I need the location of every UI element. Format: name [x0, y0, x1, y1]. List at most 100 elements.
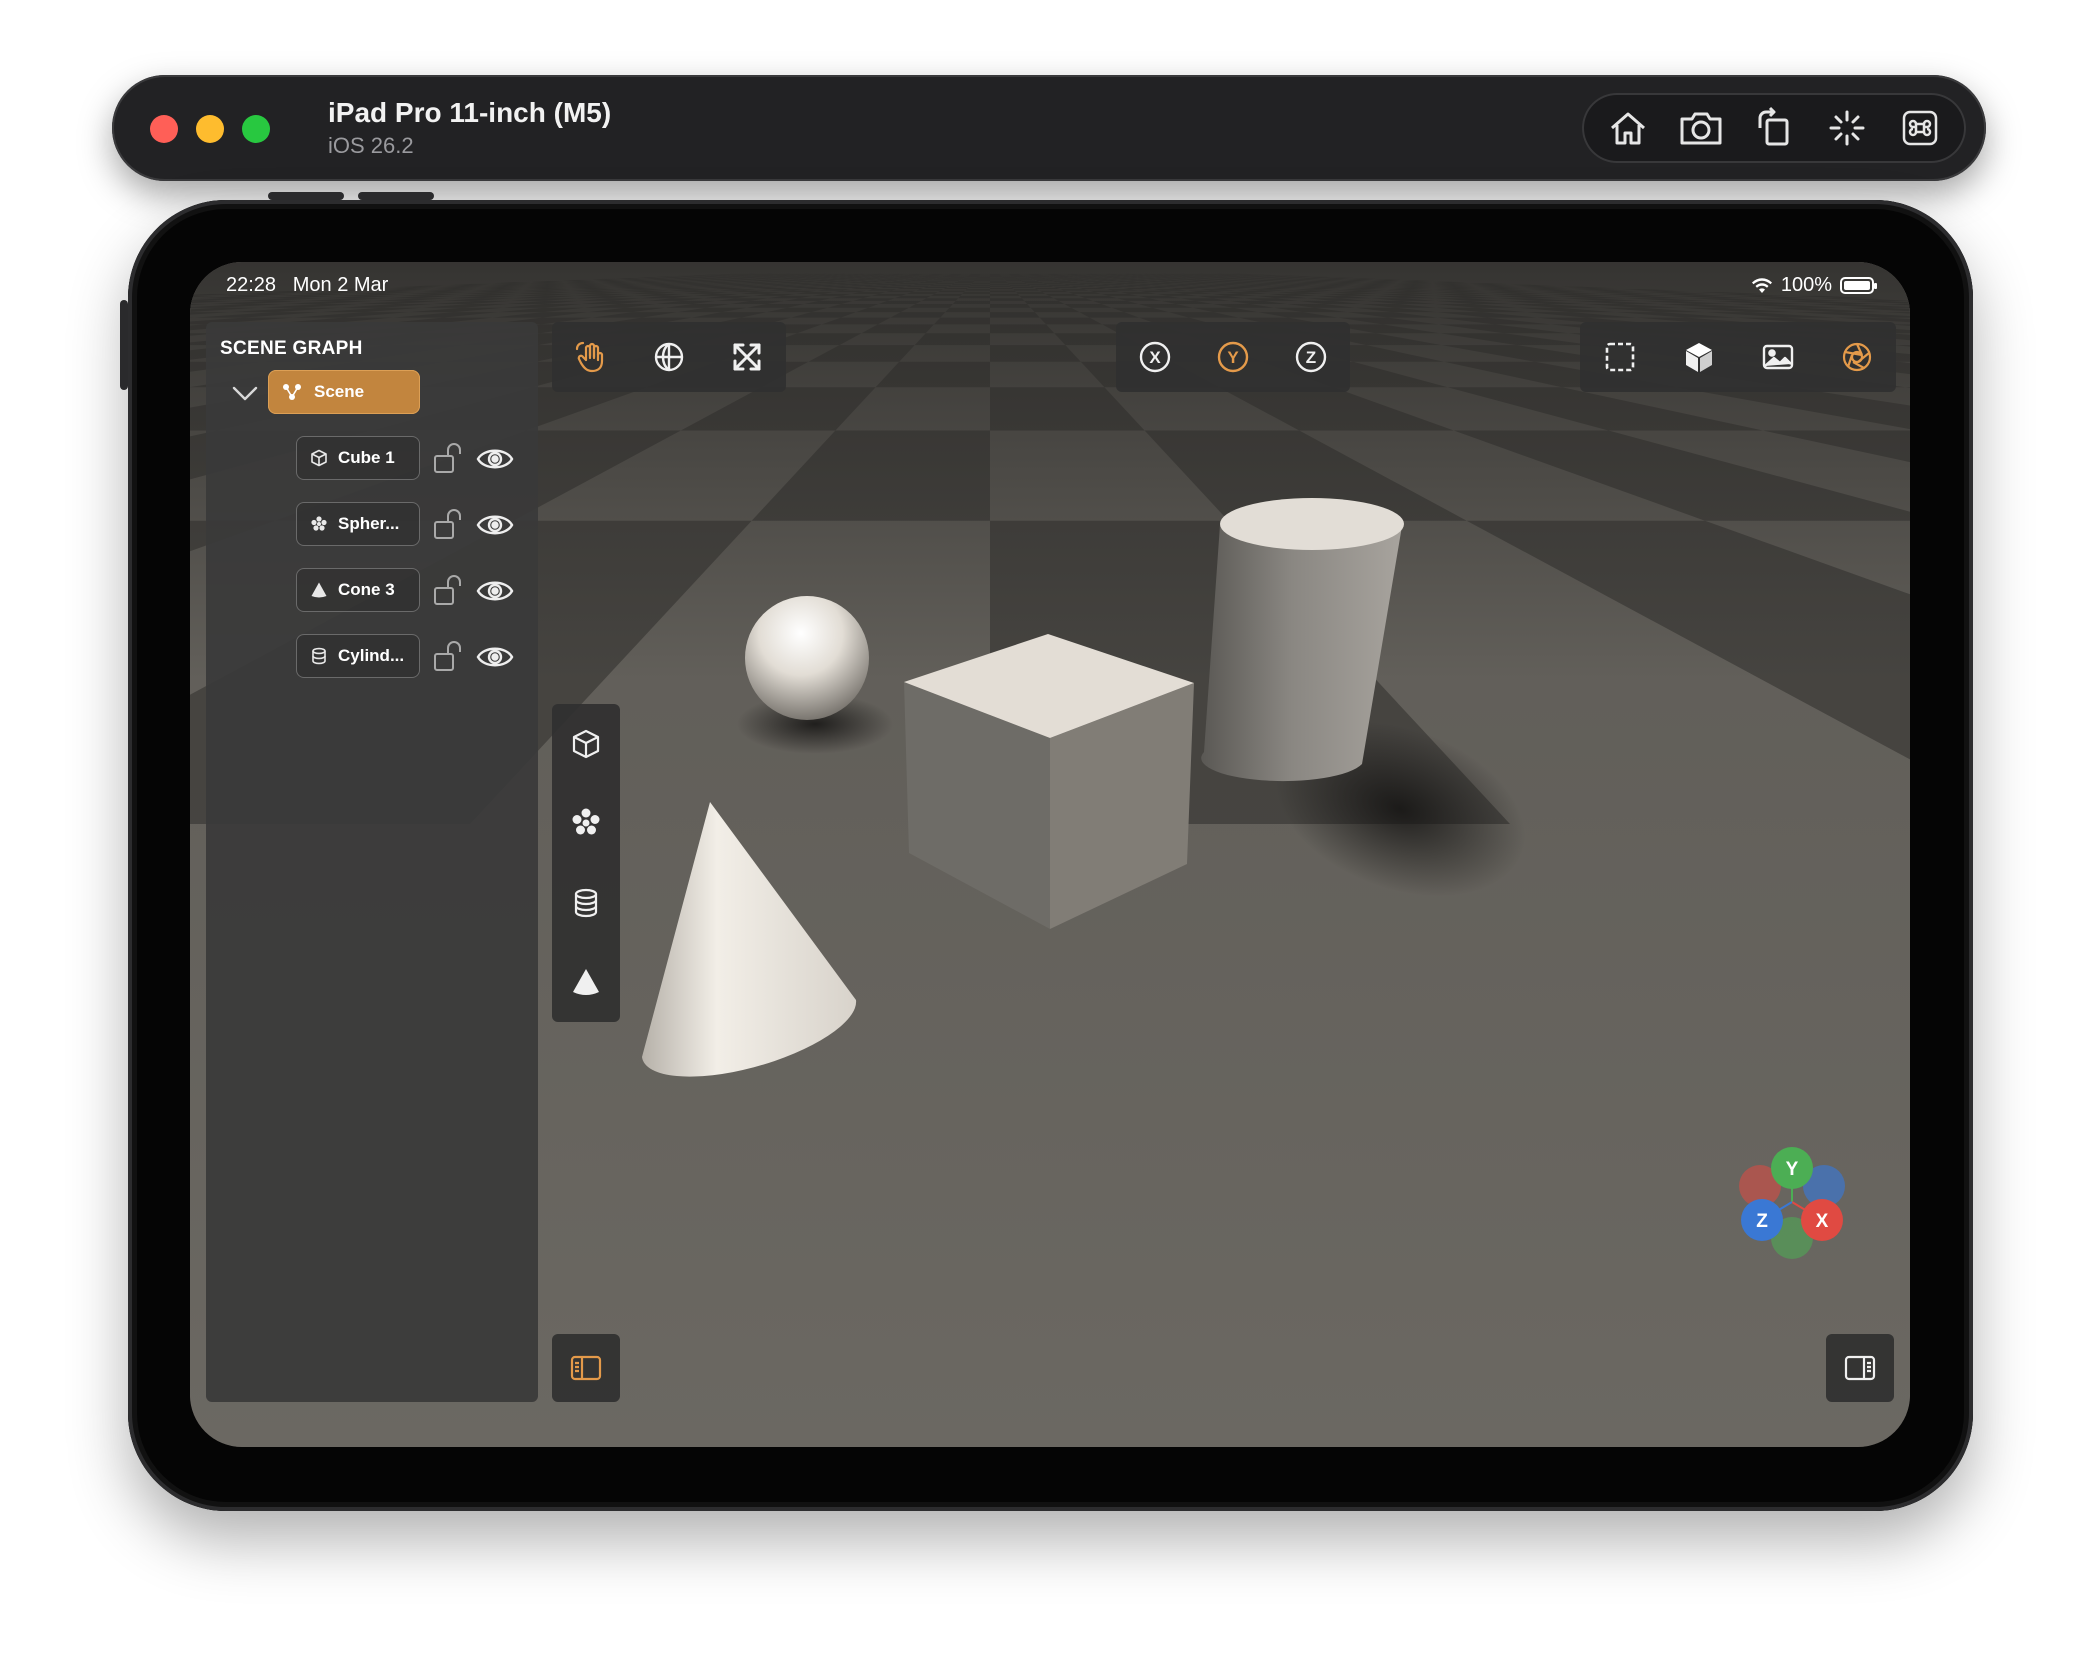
scene-item-cube: Cube 1 — [206, 436, 538, 482]
top-button — [268, 192, 344, 200]
move-hand-icon — [575, 341, 604, 373]
status-date: Mon 2 Mar — [292, 274, 389, 296]
scene-item-cylinder: Cylind... — [206, 634, 538, 680]
minimize-window-button[interactable] — [196, 115, 224, 143]
scene-node-icon — [283, 384, 301, 400]
image-icon — [1762, 344, 1793, 370]
view-toolbar — [1580, 322, 1896, 392]
sphere-object[interactable] — [745, 596, 869, 720]
sidebar-left-icon — [570, 1355, 602, 1381]
device-name: iPad Pro 11-inch (M5) — [328, 97, 612, 128]
battery-percent: 100% — [1780, 274, 1832, 296]
aperture-icon — [1842, 342, 1871, 372]
add-sphere-button[interactable] — [558, 795, 614, 851]
background-image-button[interactable] — [1750, 329, 1806, 385]
scene-item-label: Cone 3 — [338, 580, 395, 599]
axis-x-button[interactable]: X — [1127, 329, 1183, 385]
add-cone-icon — [573, 969, 599, 996]
os-version: iOS 26.2 — [328, 133, 414, 158]
scene-item-cone: Cone 3 — [206, 568, 538, 614]
scene-root-node[interactable]: Scene — [268, 370, 420, 414]
eye-icon[interactable] — [476, 508, 514, 542]
gizmo-y-label: Y — [1786, 1159, 1799, 1180]
z-axis-icon: Z — [1295, 341, 1327, 373]
command-icon — [1902, 110, 1937, 146]
scene-graph-title: SCENE GRAPH — [220, 338, 363, 359]
add-sphere-icon — [572, 808, 600, 835]
transform-toolbar — [552, 322, 786, 392]
gizmo-z-label: Z — [1756, 1211, 1768, 1232]
wifi-icon — [1751, 277, 1772, 293]
eye-icon[interactable] — [476, 442, 514, 476]
eye-icon[interactable] — [476, 574, 514, 608]
axis-y-button[interactable]: Y — [1205, 329, 1261, 385]
scene-item-label: Cube 1 — [338, 448, 395, 467]
cube-icon — [311, 449, 327, 467]
orientation-gizmo[interactable]: Y Z X — [1722, 1142, 1862, 1292]
toggle-left-sidebar-button[interactable] — [552, 1334, 620, 1402]
scene-item-chip[interactable]: Cone 3 — [296, 568, 420, 612]
y-axis-icon: Y — [1217, 341, 1249, 373]
simulator-title-bar: iPad Pro 11-inch (M5) iOS 26.2 — [112, 75, 1986, 181]
home-icon — [1611, 112, 1646, 145]
cylinder-icon — [312, 647, 326, 665]
add-cylinder-icon — [574, 888, 598, 917]
zoom-window-button[interactable] — [242, 115, 270, 143]
selection-mode-button[interactable] — [1592, 329, 1648, 385]
add-cone-button[interactable] — [558, 954, 614, 1010]
volume-button — [358, 192, 434, 200]
unlock-icon[interactable] — [432, 572, 466, 608]
unlock-icon[interactable] — [432, 440, 466, 476]
close-window-button[interactable] — [150, 115, 178, 143]
shake-button[interactable] — [1819, 100, 1875, 156]
eye-icon[interactable] — [476, 640, 514, 674]
sidebar-right-icon — [1844, 1355, 1876, 1381]
ipad-screen: 22:28 Mon 2 Mar 100% SCENE GRAPH Scene C… — [190, 262, 1910, 1447]
scale-arrows-icon — [733, 343, 761, 371]
add-cylinder-button[interactable] — [558, 875, 614, 931]
home-button[interactable] — [1600, 100, 1656, 156]
status-time: 22:28 — [226, 274, 277, 296]
add-shapes-toolbar — [552, 704, 620, 1022]
gizmo-x-label: X — [1816, 1211, 1829, 1232]
scene-item-sphere: Spher... — [206, 502, 538, 548]
scene-item-chip[interactable]: Spher... — [296, 502, 420, 546]
scene-item-chip[interactable]: Cylind... — [296, 634, 420, 678]
axis-y-label: Y — [1227, 348, 1239, 367]
toggle-right-sidebar-button[interactable] — [1826, 1334, 1894, 1402]
axis-x-label: X — [1149, 348, 1161, 367]
scene-item-chip[interactable]: Cube 1 — [296, 436, 420, 480]
solid-cube-icon — [1685, 343, 1712, 372]
rotate-tool-button[interactable] — [641, 329, 697, 385]
rotate-globe-icon — [654, 342, 684, 372]
add-cube-button[interactable] — [558, 716, 614, 772]
scene-graph-panel: SCENE GRAPH Scene Cube 1 Spher... Cone 3… — [206, 322, 538, 1402]
keyboard-shortcut-button[interactable] — [1892, 100, 1948, 156]
scene-item-label: Cylind... — [338, 646, 405, 665]
solid-view-button[interactable] — [1671, 329, 1727, 385]
rotate-button[interactable] — [1746, 100, 1802, 156]
status-bar-left: 22:28 Mon 2 Mar — [226, 274, 388, 297]
battery-icon — [1840, 277, 1877, 294]
axis-z-button[interactable]: Z — [1283, 329, 1339, 385]
move-tool-button[interactable] — [563, 329, 619, 385]
add-cube-icon — [572, 729, 600, 758]
screenshot-button[interactable] — [1673, 100, 1729, 156]
axis-z-label: Z — [1306, 348, 1316, 367]
shake-icon — [1829, 110, 1865, 146]
sphere-icon — [311, 516, 327, 531]
unlock-icon[interactable] — [432, 506, 466, 542]
unlock-icon[interactable] — [432, 638, 466, 674]
selection-frame-icon — [1605, 342, 1634, 372]
cone-icon — [311, 582, 327, 598]
status-bar-right: 100% — [1751, 274, 1877, 297]
axis-toolbar: X Y Z — [1116, 322, 1350, 392]
scene-root-label: Scene — [314, 382, 365, 401]
x-axis-icon: X — [1139, 341, 1171, 373]
scene-item-label: Spher... — [338, 514, 400, 533]
side-button — [120, 300, 128, 390]
scale-tool-button[interactable] — [719, 329, 775, 385]
camera-settings-button[interactable] — [1829, 329, 1885, 385]
chevron-down-icon[interactable] — [230, 378, 260, 408]
simulator-toolbar — [1582, 93, 1966, 163]
